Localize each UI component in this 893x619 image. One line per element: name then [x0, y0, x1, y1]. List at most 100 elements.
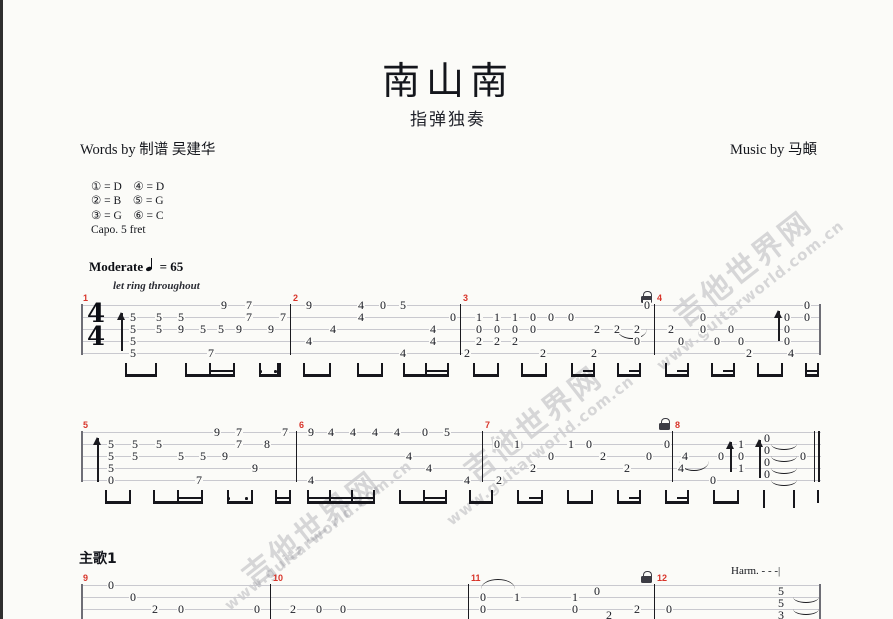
tab-note: 1 [475, 310, 483, 324]
staff-end-barline [819, 584, 821, 619]
tab-note: 0 [479, 590, 487, 604]
tab-note: 2 [633, 322, 641, 336]
measure-number: 6 [299, 420, 305, 430]
tab-note: 9 [307, 425, 315, 439]
tab-note: 0 [677, 334, 685, 348]
tab-note: 2 [511, 334, 519, 348]
end-double-barline [814, 431, 823, 482]
measure-number: 7 [485, 420, 491, 430]
tab-note: 0 [643, 298, 651, 312]
tab-note: 5 [777, 584, 785, 598]
tab-note: 0 [511, 322, 519, 336]
arpeggio-mark [771, 450, 797, 462]
measure-number: 12 [657, 573, 668, 583]
tab-note: 0 [571, 602, 579, 616]
tab-note: 1 [737, 437, 745, 451]
tab-note: 5 [131, 437, 139, 451]
tab-note: 0 [699, 322, 707, 336]
staff-line [81, 353, 821, 354]
tab-note: 0 [783, 334, 791, 348]
tab-note: 0 [737, 334, 745, 348]
tab-note: 0 [763, 431, 771, 445]
tab-note: 2 [590, 346, 598, 360]
tab-note: 5 [777, 596, 785, 610]
measure-number: 5 [83, 420, 89, 430]
tab-note: 4 [429, 334, 437, 348]
performance-note: let ring throughout [113, 280, 200, 292]
tab-note: 2 [605, 608, 613, 619]
tab-note: 2 [493, 334, 501, 348]
staff-end-barline [819, 304, 821, 355]
tab-note: 0 [717, 449, 725, 463]
tab-note: 9 [177, 322, 185, 336]
staff-line [81, 597, 821, 598]
staff-start-barline [81, 431, 83, 482]
tab-note: 1 [737, 461, 745, 475]
page-title: 南山南 [381, 59, 514, 103]
slur [481, 579, 515, 589]
tab-note: 0 [493, 322, 501, 336]
tab-note: 1 [567, 437, 575, 451]
tab-note: 4 [677, 461, 685, 475]
tab-note: 2 [599, 449, 607, 463]
arpeggio-mark [793, 603, 819, 615]
tab-note: 0 [727, 322, 735, 336]
rhythm-notation [81, 490, 821, 510]
staff-line [81, 329, 821, 330]
sheet-music-page: 吉他世界网 www.guitarworld.com.cn 吉他世界网 www.g… [0, 0, 893, 619]
tab-note: 2 [289, 602, 297, 616]
tab-note: 0 [529, 322, 537, 336]
time-signature: 44 [87, 299, 106, 352]
tab-note: 7 [245, 298, 253, 312]
tab-note: 9 [251, 461, 259, 475]
page-subtitle: 指弹独奏 [410, 110, 486, 130]
staff-line [81, 432, 821, 433]
tab-note: 7 [235, 437, 243, 451]
measure-number: 2 [293, 293, 299, 303]
tab-note: 0 [803, 310, 811, 324]
tab-note: 0 [107, 578, 115, 592]
tab-note: 5 [155, 310, 163, 324]
tab-note: 5 [217, 322, 225, 336]
tab-note: 9 [235, 322, 243, 336]
staff-line [81, 456, 821, 457]
tab-note: 0 [633, 334, 641, 348]
measure-number: 4 [657, 293, 663, 303]
barline [296, 431, 298, 482]
tab-note: 0 [129, 590, 137, 604]
tab-note: 0 [253, 602, 261, 616]
tab-note: 5 [107, 437, 115, 451]
rhythm-notation [81, 363, 821, 381]
staff-line [81, 305, 821, 306]
tab-note: 9 [305, 298, 313, 312]
tab-note: 4 [405, 449, 413, 463]
measure-number: 1 [83, 293, 89, 303]
barline [672, 431, 674, 482]
tab-note: 5 [129, 346, 137, 360]
tab-note: 7 [279, 310, 287, 324]
tab-note: 0 [585, 437, 593, 451]
strum-up-arrow [727, 441, 734, 472]
harmonics-marking: Harm. - - -| [731, 565, 781, 577]
tab-note: 0 [665, 602, 673, 616]
tab-note: 4 [429, 322, 437, 336]
tuning-block: ① = D ④ = D ② = B ⑤ = G ③ = G ⑥ = C [91, 180, 164, 223]
tab-note: 5 [399, 298, 407, 312]
tab-note: 2 [593, 322, 601, 336]
credit-words-by: Words by 制谱 吴建华 [80, 142, 216, 158]
tab-note: 1 [511, 310, 519, 324]
tab-note: 0 [479, 602, 487, 616]
tab-staff: 5 6 7 8 5 5 5 0 5 5 5 5 5 9 9 7 7 7 9 8 … [81, 418, 823, 487]
tab-note: 4 [399, 346, 407, 360]
tab-note: 4 [307, 473, 315, 487]
measure-number: 11 [471, 573, 481, 583]
tab-note: 1 [493, 310, 501, 324]
tempo-marking: Moderate = 65 [89, 258, 183, 275]
barline [270, 584, 272, 619]
arpeggio-mark [771, 438, 797, 450]
arpeggio-mark [771, 474, 797, 486]
tab-note: 4 [681, 449, 689, 463]
tab-note: 0 [529, 310, 537, 324]
tab-note: 0 [567, 310, 575, 324]
tab-note: 5 [129, 334, 137, 348]
